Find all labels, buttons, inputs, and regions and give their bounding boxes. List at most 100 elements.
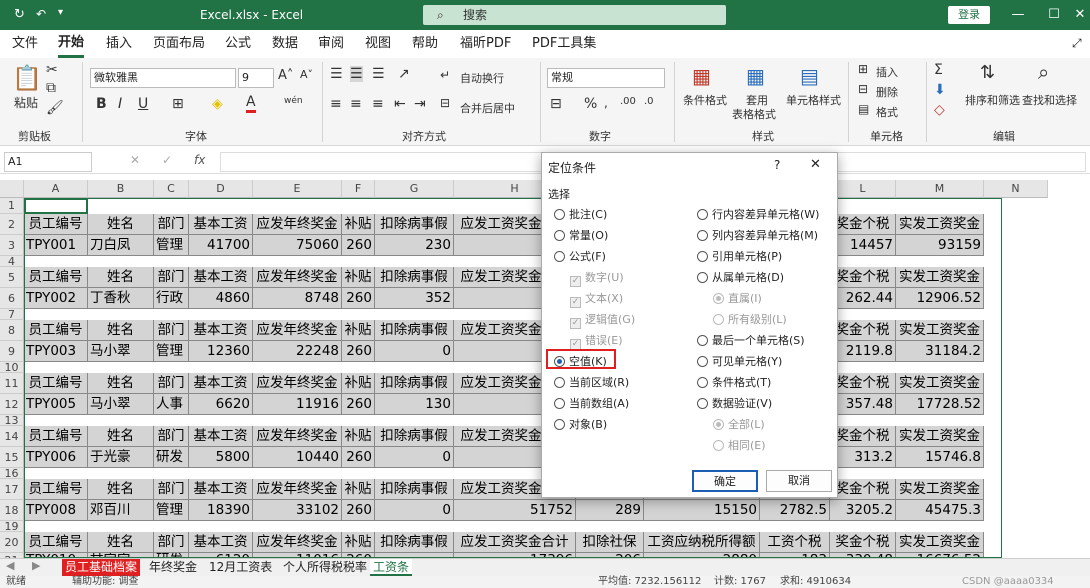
data-cell[interactable]: TPY001 bbox=[24, 235, 88, 256]
data-cell[interactable]: 75060 bbox=[253, 235, 342, 256]
name-box[interactable]: A1 bbox=[4, 152, 92, 172]
merge-icon[interactable]: ⊟ bbox=[440, 96, 450, 110]
row-header[interactable]: 8 bbox=[0, 320, 24, 341]
wrap-text-label[interactable]: 自动换行 bbox=[460, 70, 504, 86]
tab-file[interactable]: 文件 bbox=[12, 30, 38, 58]
column-header[interactable]: F bbox=[342, 180, 375, 198]
ribbon-expand-icon[interactable]: ⤢ bbox=[1072, 36, 1082, 51]
phonetic-icon[interactable]: wén bbox=[284, 96, 303, 106]
search-input[interactable]: ⌕ 搜索 bbox=[423, 5, 726, 25]
clear-icon[interactable]: ◇ bbox=[934, 102, 945, 118]
active-cell[interactable] bbox=[24, 198, 88, 214]
cancel-button[interactable]: 取消 bbox=[766, 470, 832, 492]
option-right-7[interactable]: 可见单元格(Y) bbox=[697, 355, 782, 369]
header-cell[interactable]: 姓名 bbox=[88, 320, 154, 341]
column-header[interactable]: L bbox=[830, 180, 896, 198]
cut-icon[interactable]: ✂ bbox=[46, 62, 58, 78]
header-cell[interactable]: 姓名 bbox=[88, 214, 154, 235]
row-header[interactable]: 19 bbox=[0, 521, 24, 532]
cell-styles-label[interactable]: 单元格样式 bbox=[786, 92, 841, 108]
tab-home[interactable]: 开始 bbox=[58, 30, 85, 58]
data-cell[interactable]: 262.44 bbox=[830, 288, 896, 309]
radio-icon[interactable] bbox=[697, 377, 708, 388]
header-cell[interactable]: 部门 bbox=[154, 214, 189, 235]
data-cell[interactable]: 260 bbox=[342, 288, 375, 309]
conditional-format-label[interactable]: 条件格式 bbox=[683, 92, 727, 108]
data-cell[interactable]: 行政 bbox=[154, 288, 189, 309]
header-cell[interactable]: 扣除病事假 bbox=[375, 214, 454, 235]
data-cell[interactable]: 于光豪 bbox=[88, 447, 154, 468]
header-cell[interactable]: 姓名 bbox=[88, 479, 154, 500]
row-header[interactable]: 7 bbox=[0, 309, 24, 320]
option-left-10[interactable]: 对象(B) bbox=[554, 418, 607, 432]
header-cell[interactable]: 工资个税 bbox=[760, 532, 830, 553]
autosave-icon[interactable]: ↻ bbox=[14, 7, 25, 22]
minimize-button[interactable]: — bbox=[1000, 0, 1036, 30]
align-center-icon[interactable]: ≡ bbox=[350, 96, 362, 112]
data-cell[interactable]: 260 bbox=[342, 235, 375, 256]
data-cell[interactable]: TPY008 bbox=[24, 500, 88, 521]
header-cell[interactable]: 部门 bbox=[154, 267, 189, 288]
data-cell[interactable]: TPY005 bbox=[24, 394, 88, 415]
radio-icon[interactable] bbox=[554, 419, 565, 430]
radio-icon[interactable] bbox=[697, 272, 708, 283]
header-cell[interactable]: 部门 bbox=[154, 320, 189, 341]
tab-review[interactable]: 审阅 bbox=[318, 30, 344, 58]
option-right-0[interactable]: 行内容差异单元格(W) bbox=[697, 208, 819, 222]
radio-icon[interactable] bbox=[697, 398, 708, 409]
header-cell[interactable]: 员工编号 bbox=[24, 479, 88, 500]
align-bottom-icon[interactable]: ☰ bbox=[372, 66, 385, 82]
data-cell[interactable]: 4860 bbox=[189, 288, 253, 309]
decrease-indent-icon[interactable]: ⇤ bbox=[394, 96, 406, 112]
data-cell[interactable]: 10440 bbox=[253, 447, 342, 468]
increase-indent-icon[interactable]: ⇥ bbox=[414, 96, 426, 112]
header-cell[interactable]: 奖金个税 bbox=[830, 426, 896, 447]
column-header[interactable]: B bbox=[88, 180, 154, 198]
format-cells-label[interactable]: 格式 bbox=[876, 104, 898, 120]
decrease-decimal-icon[interactable]: .0 bbox=[644, 96, 654, 107]
column-header[interactable]: C bbox=[154, 180, 189, 198]
data-cell[interactable]: 邓百川 bbox=[88, 500, 154, 521]
header-cell[interactable]: 补贴 bbox=[342, 267, 375, 288]
row-header[interactable]: 18 bbox=[0, 500, 24, 521]
header-cell[interactable]: 应发工资奖金合计 bbox=[454, 532, 576, 553]
ok-button[interactable]: 确定 bbox=[692, 470, 758, 492]
option-right-6[interactable]: 最后一个单元格(S) bbox=[697, 334, 805, 348]
column-header[interactable]: E bbox=[253, 180, 342, 198]
header-cell[interactable]: 补贴 bbox=[342, 426, 375, 447]
tab-page-layout[interactable]: 页面布局 bbox=[153, 30, 205, 58]
header-cell[interactable]: 扣除社保 bbox=[576, 532, 644, 553]
header-cell[interactable]: 基本工资 bbox=[189, 532, 253, 553]
row-header[interactable]: 2 bbox=[0, 214, 24, 235]
header-cell[interactable]: 部门 bbox=[154, 426, 189, 447]
option-right-9[interactable]: 数据验证(V) bbox=[697, 397, 772, 411]
header-cell[interactable]: 应发年终奖金 bbox=[253, 532, 342, 553]
header-cell[interactable]: 补贴 bbox=[342, 479, 375, 500]
data-cell[interactable]: 352 bbox=[375, 288, 454, 309]
delete-cells-label[interactable]: 删除 bbox=[876, 84, 898, 100]
tab-help[interactable]: 帮助 bbox=[412, 30, 438, 58]
data-cell[interactable]: 马小翠 bbox=[88, 341, 154, 362]
data-cell[interactable]: 93159 bbox=[896, 235, 984, 256]
header-cell[interactable]: 员工编号 bbox=[24, 267, 88, 288]
header-cell[interactable]: 员工编号 bbox=[24, 532, 88, 553]
header-cell[interactable]: 部门 bbox=[154, 532, 189, 553]
row-header[interactable]: 4 bbox=[0, 256, 24, 267]
data-cell[interactable]: 230 bbox=[375, 235, 454, 256]
header-cell[interactable]: 补贴 bbox=[342, 214, 375, 235]
prev-sheet-icon[interactable]: ◀ bbox=[6, 559, 14, 572]
find-select-icon[interactable]: ⌕ bbox=[1038, 60, 1049, 84]
header-cell[interactable]: 实发工资奖金 bbox=[896, 373, 984, 394]
data-cell[interactable]: 管理 bbox=[154, 500, 189, 521]
percent-icon[interactable]: % bbox=[584, 96, 597, 112]
header-cell[interactable]: 实发工资奖金 bbox=[896, 320, 984, 341]
header-cell[interactable]: 姓名 bbox=[88, 373, 154, 394]
close-window-button[interactable]: ✕ bbox=[1062, 0, 1090, 30]
data-cell[interactable]: 2119.8 bbox=[830, 341, 896, 362]
data-cell[interactable]: 260 bbox=[342, 394, 375, 415]
font-color-icon[interactable]: A bbox=[246, 94, 256, 113]
row-header[interactable]: 15 bbox=[0, 447, 24, 468]
data-cell[interactable]: 22248 bbox=[253, 341, 342, 362]
header-cell[interactable]: 补贴 bbox=[342, 320, 375, 341]
header-cell[interactable]: 基本工资 bbox=[189, 214, 253, 235]
